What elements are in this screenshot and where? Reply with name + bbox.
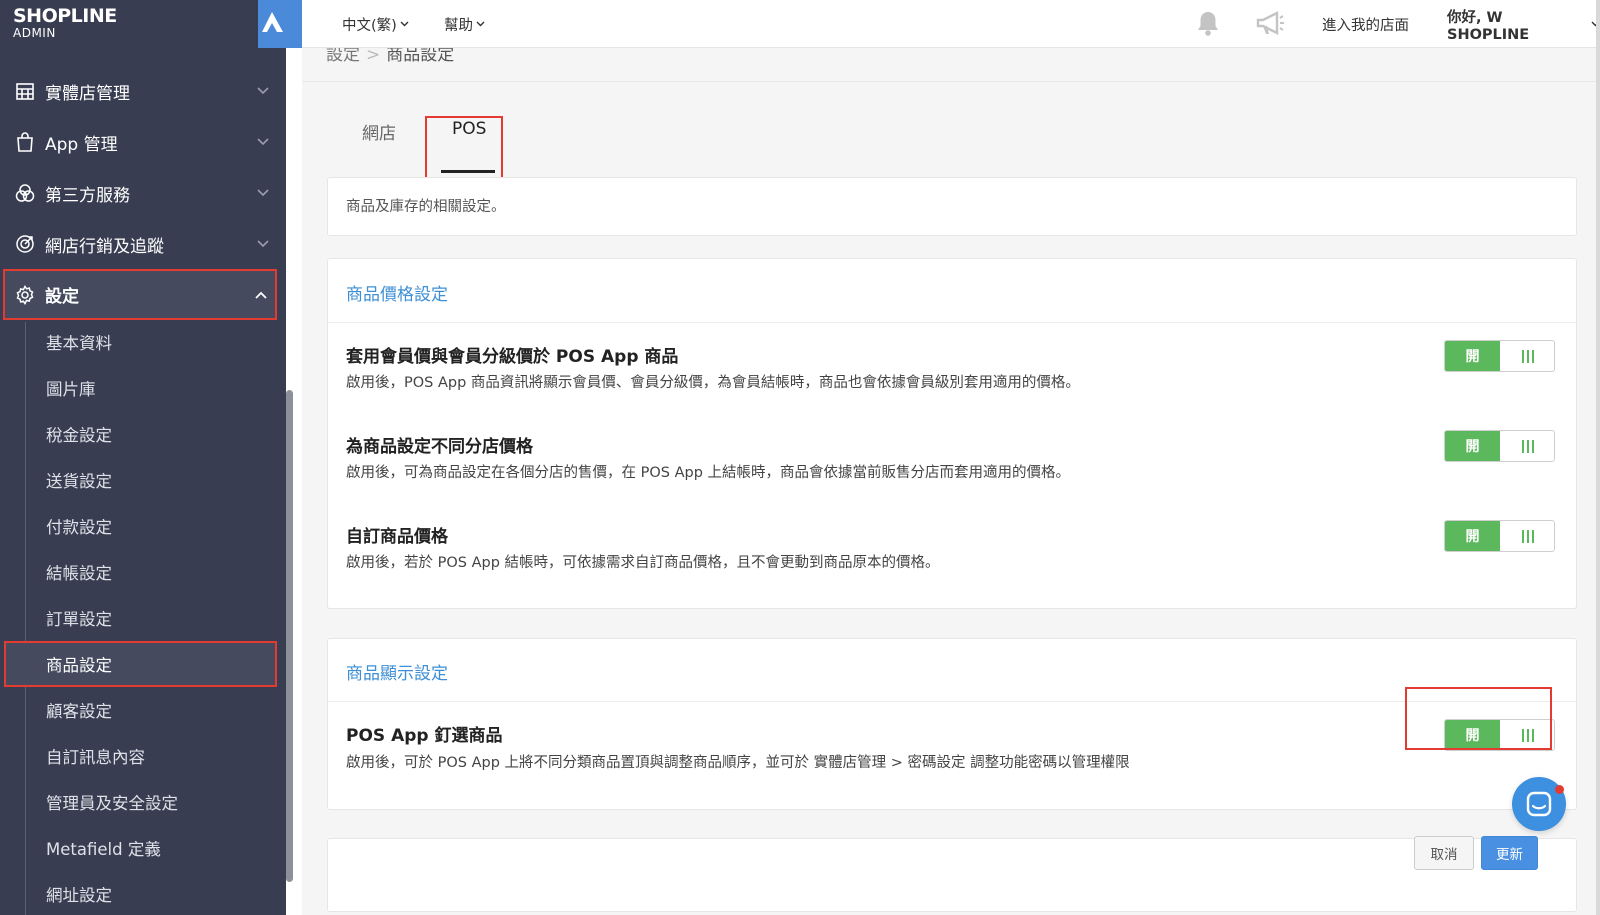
sidebar: SHOPLINE ADMIN 實體店管理 App 管理 第三方服務 網店行銷及追… <box>0 0 286 915</box>
chat-icon <box>1526 791 1552 817</box>
sidebar-subitem-tax-settings[interactable]: 稅金設定 <box>4 411 277 457</box>
sidebar-item-app-management[interactable]: App 管理 <box>0 117 286 167</box>
bell-icon[interactable] <box>1195 10 1221 38</box>
sidebar-subitem-delivery-settings[interactable]: 送貨設定 <box>4 457 277 503</box>
toggle-off-handle <box>1501 431 1554 461</box>
custom-price-toggle[interactable]: 開 <box>1444 520 1555 552</box>
sidebar-item-label: 設定 <box>45 287 79 307</box>
price-settings-card: 商品價格設定 套用會員價與會員分級價於 POS App 商品 啟用後，POS A… <box>327 258 1577 609</box>
card-divider <box>328 701 1576 702</box>
chevron-down-icon <box>257 240 269 248</box>
language-selector[interactable]: 中文(繁) <box>342 0 409 48</box>
breadcrumb: 設定 > 商品設定 <box>326 48 454 70</box>
sidebar-subitem-order-settings[interactable]: 訂單設定 <box>4 595 277 641</box>
tab-online-store[interactable]: 網店 <box>362 119 396 144</box>
breadcrumb-separator: > <box>366 48 381 65</box>
intro-text: 商品及庫存的相關設定。 <box>346 199 506 215</box>
sidebar-subitem-custom-messages[interactable]: 自訂訊息內容 <box>4 733 277 779</box>
sidebar-item-third-party[interactable]: 第三方服務 <box>0 168 286 218</box>
setting-description: 啟用後，可為商品設定在各個分店的售價，在 POS App 上結帳時，商品會依據當… <box>346 465 1071 481</box>
megaphone-icon[interactable] <box>1255 10 1287 38</box>
setting-description: 啟用後，若於 POS App 結帳時，可依據需求自訂商品價格，且不會更動到商品原… <box>346 555 940 571</box>
branch-price-toggle[interactable]: 開 <box>1444 430 1555 462</box>
sidebar-subitem-checkout-settings[interactable]: 結帳設定 <box>4 549 277 595</box>
actions-card <box>327 838 1577 912</box>
sidebar-scrollbar[interactable] <box>286 390 293 882</box>
cancel-button[interactable]: 取消 <box>1414 836 1474 870</box>
setting-title: 套用會員價與會員分級價於 POS App 商品 <box>346 347 679 367</box>
visit-store-link[interactable]: 進入我的店面 <box>1322 0 1409 48</box>
toggle-off-handle <box>1501 341 1554 371</box>
sidebar-subitem-image-library[interactable]: 圖片庫 <box>4 365 277 411</box>
tab-highlight-box <box>425 116 503 179</box>
toggle-highlight-box <box>1405 687 1552 750</box>
member-price-toggle[interactable]: 開 <box>1444 340 1555 372</box>
user-menu[interactable]: 你好, W SHOPLINE <box>1447 0 1600 48</box>
brand[interactable]: SHOPLINE ADMIN <box>0 0 286 48</box>
language-label: 中文(繁) <box>342 17 397 34</box>
brand-subtitle: ADMIN <box>13 26 56 40</box>
shopping-bag-icon <box>17 132 33 152</box>
toggle-off-handle <box>1501 521 1554 551</box>
sidebar-subitem-admin-security[interactable]: 管理員及安全設定 <box>4 779 277 825</box>
chevron-down-icon <box>476 21 485 27</box>
display-settings-card: 商品顯示設定 POS App 釘選商品 啟用後，可於 POS App 上將不同分… <box>327 638 1577 810</box>
notification-dot <box>1555 785 1564 794</box>
chevron-down-icon <box>257 189 269 197</box>
user-greeting: 你好, W SHOPLINE <box>1447 9 1530 43</box>
sidebar-item-label: App 管理 <box>45 134 118 155</box>
shopline-logo-icon <box>262 12 283 32</box>
setting-title: 為商品設定不同分店價格 <box>346 437 533 457</box>
sidebar-item-marketing[interactable]: 網店行銷及追蹤 <box>0 219 286 269</box>
setting-description: 啟用後，可於 POS App 上將不同分類商品置頂與調整商品順序，並可於 實體店… <box>346 755 1130 771</box>
chevron-up-icon <box>255 291 267 299</box>
toggle-on-label: 開 <box>1445 431 1500 461</box>
sidebar-subitem-product-settings[interactable]: 商品設定 <box>4 641 277 687</box>
sidebar-subitem-payment-settings[interactable]: 付款設定 <box>4 503 277 549</box>
sidebar-subitem-basic-info[interactable]: 基本資料 <box>4 319 277 365</box>
intro-card: 商品及庫存的相關設定。 <box>327 177 1577 236</box>
sidebar-subitem-customer-settings[interactable]: 顧客設定 <box>4 687 277 733</box>
toggle-on-label: 開 <box>1445 341 1500 371</box>
sidebar-item-label: 第三方服務 <box>45 185 130 206</box>
chevron-down-icon <box>257 87 269 95</box>
card-divider <box>328 322 1576 323</box>
sidebar-subitem-url-settings[interactable]: 網址設定 <box>4 871 277 915</box>
setting-description: 啟用後，POS App 商品資訊將顯示會員價、會員分級價，為會員結帳時，商品也會… <box>346 375 1080 391</box>
breadcrumb-parent[interactable]: 設定 <box>326 48 360 65</box>
gear-icon <box>16 284 34 305</box>
breadcrumb-current: 商品設定 <box>386 48 455 65</box>
setting-title: POS App 釘選商品 <box>346 726 503 746</box>
chevron-down-icon <box>257 138 269 146</box>
circles-icon <box>15 184 35 202</box>
card-header: 商品顯示設定 <box>346 664 448 684</box>
setting-title: 自訂商品價格 <box>346 527 448 547</box>
sidebar-subitem-metafield[interactable]: Metafield 定義 <box>4 825 277 871</box>
brand-name: SHOPLINE <box>13 5 117 27</box>
sidebar-item-label: 實體店管理 <box>45 83 130 104</box>
sidebar-item-store-management[interactable]: 實體店管理 <box>0 66 286 116</box>
chevron-down-icon <box>400 21 409 27</box>
target-icon <box>16 235 34 253</box>
sidebar-item-settings[interactable]: 設定 <box>3 269 277 320</box>
top-bar: 中文(繁) 幫助 進入我的店面 你好, W SHOPLINE <box>302 0 1600 48</box>
help-menu[interactable]: 幫助 <box>444 0 485 48</box>
visit-store-label: 進入我的店面 <box>1322 17 1409 34</box>
card-header: 商品價格設定 <box>346 285 448 305</box>
toggle-on-label: 開 <box>1445 521 1500 551</box>
breadcrumb-divider <box>302 81 1600 82</box>
page-scrollbar[interactable] <box>1596 0 1600 915</box>
help-label: 幫助 <box>444 17 473 34</box>
update-button[interactable]: 更新 <box>1481 836 1538 870</box>
sidebar-item-label: 網店行銷及追蹤 <box>45 236 164 257</box>
brand-logo[interactable] <box>258 0 302 48</box>
store-icon <box>16 83 34 100</box>
